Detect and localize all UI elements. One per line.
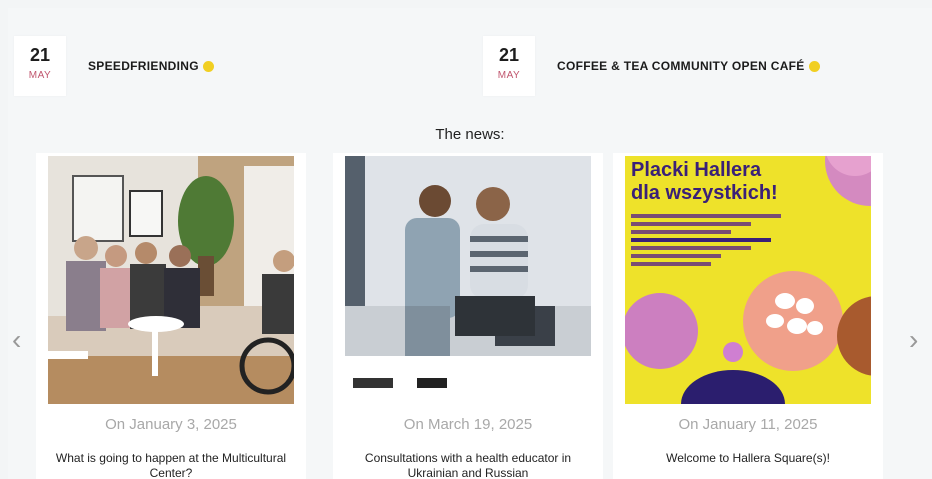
poster-headline-line1: Placki Hallera: [631, 159, 762, 181]
event-month: MAY: [28, 70, 52, 81]
news-card-date: On January 3, 2025: [105, 416, 237, 433]
news-card[interactable]: Placki Hallera dla wszystkich! On Januar…: [613, 153, 883, 479]
event-day: 21: [29, 45, 51, 65]
event-month: MAY: [497, 70, 521, 81]
carousel-prev-arrow-icon[interactable]: ‹: [12, 326, 21, 354]
poster-illustration: Placki Hallera dla wszystkich!: [625, 156, 871, 404]
event-date-box: 21 MAY: [483, 36, 535, 96]
event-title[interactable]: SPEEDFRIENDING: [88, 59, 214, 73]
event-item[interactable]: 21 MAY SPEEDFRIENDING: [14, 36, 214, 96]
news-card[interactable]: On March 19, 2025 Consultations with a h…: [333, 153, 603, 479]
news-card-title[interactable]: Welcome to Hallera Square(s)!: [623, 451, 873, 466]
event-day: 21: [498, 45, 520, 65]
news-card-title[interactable]: Consultations with a health educator in …: [343, 451, 593, 479]
event-item[interactable]: 21 MAY COFFEE & TEA COMMUNITY OPEN CAFÉ: [483, 36, 820, 96]
news-card-image[interactable]: [48, 156, 294, 404]
news-heading: The news:: [435, 126, 505, 143]
news-card-image[interactable]: [345, 156, 591, 404]
event-status-dot-icon: [808, 60, 820, 72]
page: 21 MAY SPEEDFRIENDING 21 MAY COFFEE & TE…: [8, 8, 932, 479]
consultation-photo-illustration: [345, 156, 591, 404]
news-card-date: On January 11, 2025: [678, 416, 818, 433]
group-photo-illustration: [48, 156, 294, 404]
event-title-text: SPEEDFRIENDING: [88, 59, 199, 73]
news-card[interactable]: On January 3, 2025 What is going to happ…: [36, 153, 306, 479]
event-title[interactable]: COFFEE & TEA COMMUNITY OPEN CAFÉ: [557, 59, 820, 73]
news-card-image[interactable]: Placki Hallera dla wszystkich!: [625, 156, 871, 404]
event-title-text: COFFEE & TEA COMMUNITY OPEN CAFÉ: [557, 59, 805, 73]
event-date-box: 21 MAY: [14, 36, 66, 96]
poster-headline-line2: dla wszystkich!: [631, 182, 778, 204]
news-card-date: On March 19, 2025: [403, 416, 533, 433]
carousel-next-arrow-icon[interactable]: ›: [909, 326, 918, 354]
event-status-dot-icon: [202, 60, 214, 72]
news-card-title[interactable]: What is going to happen at the Multicult…: [46, 451, 296, 479]
